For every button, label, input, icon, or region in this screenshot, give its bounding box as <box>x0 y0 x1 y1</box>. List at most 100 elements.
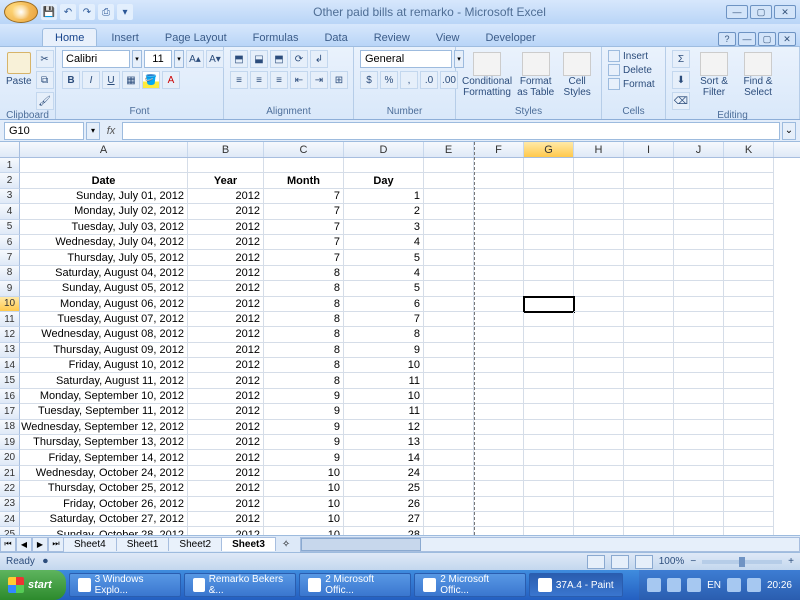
find-select-button[interactable]: Find & Select <box>738 50 778 98</box>
cell[interactable] <box>474 220 524 235</box>
tray-icon[interactable] <box>687 578 701 592</box>
cell[interactable] <box>574 235 624 250</box>
taskbar-item[interactable]: 2 Microsoft Offic... <box>414 573 526 597</box>
cell[interactable] <box>424 297 474 312</box>
cell[interactable] <box>188 158 264 173</box>
cell[interactable] <box>574 173 624 188</box>
cell[interactable] <box>724 204 774 219</box>
cell[interactable]: 5 <box>344 250 424 265</box>
fill-icon[interactable]: ⬇ <box>672 71 690 89</box>
cell[interactable] <box>524 404 574 419</box>
cell[interactable] <box>724 373 774 388</box>
align-right-icon[interactable]: ≡ <box>270 71 288 89</box>
cell[interactable]: 2012 <box>188 373 264 388</box>
sheet-nav-last-icon[interactable]: ⏭ <box>48 537 64 552</box>
clear-icon[interactable]: ⌫ <box>672 92 690 110</box>
cell[interactable] <box>474 189 524 204</box>
align-top-icon[interactable]: ⬒ <box>230 50 248 68</box>
cell[interactable] <box>674 173 724 188</box>
office-button[interactable] <box>4 1 38 23</box>
cell[interactable] <box>724 481 774 496</box>
cell[interactable] <box>424 158 474 173</box>
cell[interactable]: Thursday, October 25, 2012 <box>20 481 188 496</box>
sort-filter-button[interactable]: Sort & Filter <box>694 50 734 98</box>
tab-developer[interactable]: Developer <box>473 29 547 46</box>
fill-color-icon[interactable]: 🪣 <box>142 71 160 89</box>
cell[interactable] <box>724 158 774 173</box>
row-header[interactable]: 19 <box>0 435 20 450</box>
cell[interactable] <box>674 450 724 465</box>
cell[interactable] <box>574 404 624 419</box>
cell[interactable] <box>424 235 474 250</box>
cell[interactable] <box>524 250 574 265</box>
cell[interactable]: 7 <box>264 189 344 204</box>
cell[interactable]: 2012 <box>188 250 264 265</box>
cell[interactable] <box>574 466 624 481</box>
cell[interactable]: 9 <box>344 343 424 358</box>
cell[interactable]: 7 <box>264 250 344 265</box>
cell[interactable] <box>624 389 674 404</box>
cell[interactable]: 7 <box>264 204 344 219</box>
cell[interactable]: 2012 <box>188 327 264 342</box>
cell[interactable] <box>624 281 674 296</box>
tray-icon[interactable] <box>727 578 741 592</box>
cell[interactable] <box>574 481 624 496</box>
cell[interactable] <box>724 173 774 188</box>
cell[interactable]: Friday, September 14, 2012 <box>20 450 188 465</box>
cell[interactable] <box>474 312 524 327</box>
cell[interactable] <box>674 497 724 512</box>
cell[interactable] <box>624 435 674 450</box>
font-size-input[interactable] <box>144 50 172 68</box>
cell[interactable]: 8 <box>264 343 344 358</box>
cell[interactable] <box>724 327 774 342</box>
cell[interactable]: 8 <box>264 312 344 327</box>
cell[interactable] <box>624 358 674 373</box>
merge-center-icon[interactable]: ⊞ <box>330 71 348 89</box>
cell[interactable] <box>724 389 774 404</box>
cell[interactable] <box>474 497 524 512</box>
column-header-B[interactable]: B <box>188 142 264 157</box>
cell[interactable] <box>574 158 624 173</box>
select-all-corner[interactable] <box>0 142 20 157</box>
cell[interactable] <box>474 389 524 404</box>
cell[interactable] <box>424 173 474 188</box>
cell[interactable] <box>574 266 624 281</box>
cell[interactable] <box>524 389 574 404</box>
cell[interactable] <box>624 173 674 188</box>
cell[interactable] <box>424 512 474 527</box>
cell[interactable] <box>624 512 674 527</box>
cell[interactable] <box>424 343 474 358</box>
column-header-G[interactable]: G <box>524 142 574 157</box>
normal-view-icon[interactable] <box>587 555 605 569</box>
cell[interactable] <box>424 358 474 373</box>
font-color-icon[interactable]: A <box>162 71 180 89</box>
cell[interactable] <box>624 404 674 419</box>
cell[interactable] <box>424 466 474 481</box>
cell[interactable]: Saturday, August 04, 2012 <box>20 266 188 281</box>
copy-icon[interactable]: ⧉ <box>36 71 54 89</box>
percent-icon[interactable]: % <box>380 71 398 89</box>
cell[interactable] <box>624 158 674 173</box>
format-as-table-button[interactable]: Format as Table <box>516 50 555 98</box>
number-format-select[interactable] <box>360 50 452 68</box>
delete-cells-button[interactable]: Delete <box>608 64 652 76</box>
column-header-J[interactable]: J <box>674 142 724 157</box>
cell[interactable]: 24 <box>344 466 424 481</box>
cell[interactable] <box>674 297 724 312</box>
cell[interactable]: 10 <box>264 497 344 512</box>
cell[interactable] <box>474 435 524 450</box>
cell[interactable] <box>524 497 574 512</box>
cell[interactable] <box>524 343 574 358</box>
cell[interactable] <box>424 435 474 450</box>
cell[interactable] <box>424 250 474 265</box>
cell[interactable] <box>474 158 524 173</box>
insert-cells-button[interactable]: Insert <box>608 50 648 62</box>
cell[interactable]: 2012 <box>188 389 264 404</box>
cell[interactable] <box>624 266 674 281</box>
tray-icon[interactable] <box>647 578 661 592</box>
cell[interactable]: Tuesday, September 11, 2012 <box>20 404 188 419</box>
taskbar-item[interactable]: 37A.4 - Paint <box>529 573 623 597</box>
cell[interactable] <box>524 358 574 373</box>
column-header-I[interactable]: I <box>624 142 674 157</box>
cell[interactable]: 2012 <box>188 312 264 327</box>
